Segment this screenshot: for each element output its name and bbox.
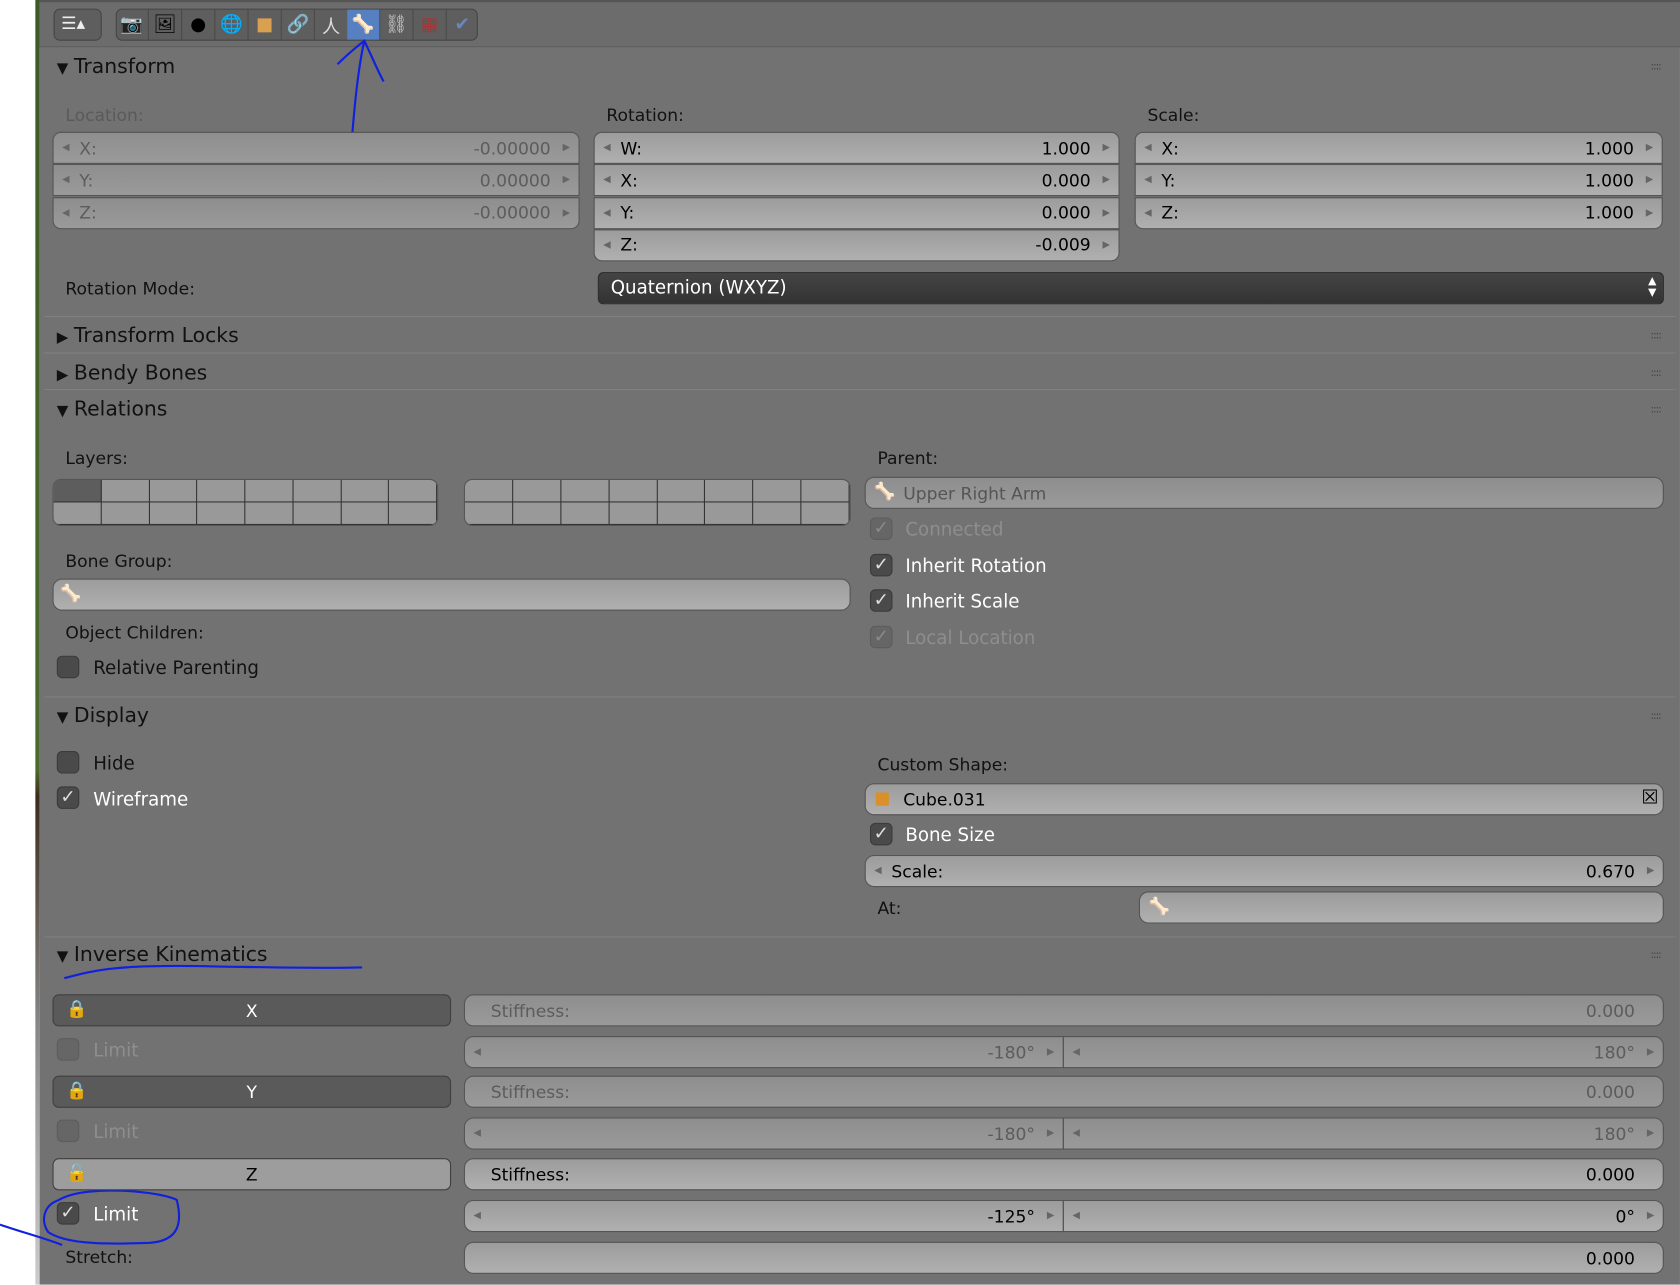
- ik-y-max-field[interactable]: ◀ 180° ▶: [1062, 1117, 1664, 1150]
- ik-x-max-field[interactable]: ◀ 180° ▶: [1062, 1036, 1664, 1069]
- scale-z-field[interactable]: ◀ Z: 1.000 ▶: [1134, 196, 1663, 229]
- ik-y-limit-checkbox[interactable]: [56, 1119, 80, 1143]
- rotation-y-field[interactable]: ◀ Y: 0.000 ▶: [593, 196, 1120, 229]
- decrement-arrow-icon[interactable]: ◀: [603, 207, 610, 218]
- decrement-arrow-icon[interactable]: ◀: [1144, 142, 1151, 153]
- decrement-arrow-icon[interactable]: ◀: [474, 1128, 481, 1139]
- ik-x-limit-checkbox[interactable]: [56, 1038, 80, 1061]
- rotation-w-field[interactable]: ◀ W: 1.000 ▶: [593, 131, 1120, 164]
- ik-z-limit-checkbox[interactable]: ✓: [56, 1202, 80, 1225]
- increment-arrow-icon[interactable]: ▶: [563, 175, 570, 186]
- increment-arrow-icon[interactable]: ▶: [1646, 207, 1653, 218]
- decrement-arrow-icon[interactable]: ◀: [62, 142, 69, 153]
- lock-icon: 🔒: [66, 998, 88, 1019]
- ik-y-limit-label: Limit: [93, 1121, 139, 1144]
- increment-arrow-icon[interactable]: ▶: [1647, 1211, 1654, 1222]
- decrement-arrow-icon[interactable]: ◀: [1072, 1128, 1079, 1139]
- rotation-x-field[interactable]: ◀ X: 0.000 ▶: [593, 164, 1120, 197]
- increment-arrow-icon[interactable]: ▶: [1647, 1128, 1654, 1139]
- decrement-arrow-icon[interactable]: ◀: [62, 207, 69, 218]
- decrement-arrow-icon[interactable]: ◀: [603, 142, 610, 153]
- scale-x-field[interactable]: ◀ X: 1.000 ▶: [1134, 131, 1663, 164]
- location-y-field[interactable]: ◀ Y: 0.00000 ▶: [52, 164, 580, 197]
- ik-x-stiffness-field[interactable]: Stiffness: 0.000: [463, 994, 1664, 1027]
- increment-arrow-icon[interactable]: ▶: [1646, 142, 1653, 153]
- decrement-arrow-icon[interactable]: ◀: [1144, 207, 1151, 218]
- increment-arrow-icon[interactable]: ▶: [563, 207, 570, 218]
- scale-y-field[interactable]: ◀ Y: 1.000 ▶: [1134, 164, 1663, 197]
- ik-y-min-field[interactable]: ◀ -180° ▶: [463, 1117, 1064, 1150]
- ik-lock-x-button[interactable]: 🔒 X: [52, 994, 452, 1027]
- decrement-arrow-icon[interactable]: ◀: [1072, 1047, 1079, 1058]
- ik-lock-y-button[interactable]: 🔒 Y: [52, 1075, 452, 1108]
- increment-arrow-icon[interactable]: ▶: [1047, 1211, 1054, 1222]
- increment-arrow-icon[interactable]: ▶: [1103, 207, 1110, 218]
- increment-arrow-icon[interactable]: ▶: [1647, 1047, 1654, 1058]
- decrement-arrow-icon[interactable]: ◀: [474, 1047, 481, 1058]
- ik-y-stiffness-field[interactable]: Stiffness: 0.000: [463, 1075, 1664, 1108]
- decrement-arrow-icon[interactable]: ◀: [474, 1211, 481, 1222]
- location-z-field[interactable]: ◀ Z: -0.00000 ▶: [52, 196, 580, 229]
- ik-z-min-field[interactable]: ◀ -125° ▶: [463, 1199, 1064, 1233]
- location-x-field[interactable]: ◀ X: -0.00000 ▶: [52, 131, 580, 164]
- increment-arrow-icon[interactable]: ▶: [1646, 175, 1653, 186]
- ik-z-limit-label: Limit: [93, 1204, 139, 1226]
- increment-arrow-icon[interactable]: ▶: [1103, 175, 1110, 186]
- increment-arrow-icon[interactable]: ▶: [1047, 1128, 1054, 1139]
- decrement-arrow-icon[interactable]: ◀: [603, 240, 610, 251]
- unlock-icon: 🔓: [66, 1162, 88, 1183]
- increment-arrow-icon[interactable]: ▶: [1103, 142, 1110, 153]
- decrement-arrow-icon[interactable]: ◀: [1072, 1211, 1079, 1222]
- ik-x-limit-label: Limit: [93, 1040, 139, 1062]
- increment-arrow-icon[interactable]: ▶: [563, 142, 570, 153]
- lock-icon: 🔒: [66, 1079, 88, 1101]
- decrement-arrow-icon[interactable]: ◀: [62, 175, 69, 186]
- decrement-arrow-icon[interactable]: ◀: [1144, 175, 1151, 186]
- ik-z-max-field[interactable]: ◀ 0° ▶: [1062, 1199, 1664, 1233]
- ik-x-min-field[interactable]: ◀ -180° ▶: [463, 1036, 1064, 1069]
- ik-lock-z-button[interactable]: 🔓 Z: [52, 1158, 452, 1191]
- decrement-arrow-icon[interactable]: ◀: [603, 175, 610, 186]
- rotation-z-field[interactable]: ◀ Z: -0.009 ▶: [593, 229, 1120, 262]
- increment-arrow-icon[interactable]: ▶: [1103, 240, 1110, 251]
- increment-arrow-icon[interactable]: ▶: [1047, 1047, 1054, 1058]
- ik-z-stiffness-field[interactable]: Stiffness: 0.000: [463, 1158, 1664, 1191]
